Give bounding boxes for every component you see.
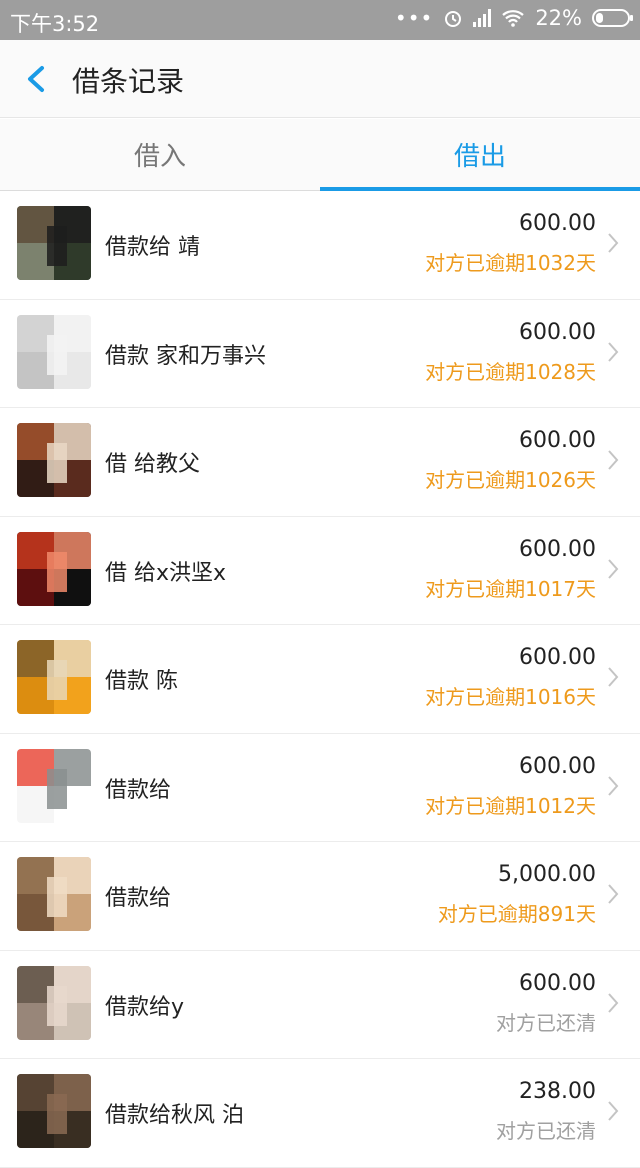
tab-lend-out[interactable]: 借出 <box>320 119 640 191</box>
page-title: 借条记录 <box>72 65 185 98</box>
app-header: 借条记录 <box>0 40 640 118</box>
chevron-right-icon <box>608 450 619 470</box>
avatar <box>17 531 91 606</box>
chevron-right-icon <box>608 1101 619 1121</box>
borrower-name: 借款 陈 <box>105 669 178 694</box>
borrower-name: 借款 家和万事兴 <box>105 343 266 369</box>
chevron-right-icon <box>608 233 619 253</box>
avatar <box>17 1074 91 1148</box>
borrower-name: 借款给y <box>105 994 185 1020</box>
borrower-name: 借款给 <box>105 886 172 911</box>
tab-bar: 借入 借出 <box>0 119 640 191</box>
wifi-icon <box>502 10 525 27</box>
avatar <box>17 857 91 931</box>
back-arrow-icon[interactable] <box>22 60 52 98</box>
status-bar: 下午3:52 ••• 22% <box>0 0 640 40</box>
repayment-status: 对方已逾期891天 <box>437 902 596 926</box>
loan-amount: 600.00 <box>519 645 596 670</box>
loan-amount: 5,000.00 <box>498 862 596 887</box>
repayment-status: 对方已逾期1016天 <box>425 685 596 709</box>
avatar <box>17 748 91 823</box>
repayment-status: 对方已逾期1028天 <box>425 359 596 384</box>
avatar <box>17 206 91 280</box>
signal-icon <box>473 9 492 27</box>
borrower-name: 借款给秋风 泊 <box>105 1103 244 1128</box>
chevron-right-icon <box>608 558 619 579</box>
list-item[interactable]: 借 给教父 600.00 对方已逾期1026天 <box>0 408 640 517</box>
chevron-right-icon <box>608 667 619 687</box>
battery-percent: 22% <box>535 6 582 30</box>
borrower-name: 借 给x洪坚x <box>105 560 227 586</box>
loan-amount: 600.00 <box>519 536 596 562</box>
battery-icon <box>592 9 633 27</box>
chevron-right-icon <box>608 884 619 904</box>
borrower-name: 借款给 <box>105 777 172 803</box>
chevron-right-icon <box>608 992 619 1013</box>
loan-amount: 600.00 <box>519 428 596 453</box>
repayment-status: 对方已逾期1026天 <box>425 468 596 492</box>
avatar <box>17 423 91 497</box>
list-item[interactable]: 借款给 600.00 对方已逾期1012天 <box>0 734 640 842</box>
repayment-status: 对方已逾期1012天 <box>425 793 596 818</box>
chevron-right-icon <box>608 775 619 796</box>
loan-amount: 600.00 <box>519 211 596 236</box>
list-item[interactable]: 借款给y 600.00 对方已还清 <box>0 951 640 1059</box>
repayment-status: 对方已还清 <box>496 1119 596 1143</box>
battery-fill <box>596 13 603 23</box>
avatar <box>17 965 91 1040</box>
repayment-status: 对方已逾期1017天 <box>425 576 596 601</box>
chevron-right-icon <box>608 341 619 362</box>
loan-amount: 238.00 <box>519 1079 596 1104</box>
list-item[interactable]: 借 给x洪坚x 600.00 对方已逾期1017天 <box>0 517 640 625</box>
list-item[interactable]: 借款 家和万事兴 600.00 对方已逾期1028天 <box>0 300 640 408</box>
loan-amount: 600.00 <box>519 970 596 996</box>
list-item[interactable]: 借款 陈 600.00 对方已逾期1016天 <box>0 625 640 734</box>
avatar <box>17 314 91 389</box>
tab-borrow-in[interactable]: 借入 <box>0 119 320 190</box>
borrower-name: 借 给教父 <box>105 452 200 477</box>
repayment-status: 对方已逾期1032天 <box>425 251 596 275</box>
repayment-status: 对方已还清 <box>496 1010 596 1035</box>
status-icons: ••• 22% <box>394 6 633 30</box>
borrower-name: 借款给 靖 <box>105 235 200 260</box>
status-time: 下午3:52 <box>10 12 100 36</box>
avatar <box>17 640 91 714</box>
alarm-icon <box>445 11 462 27</box>
list-item[interactable]: 借款给秋风 泊 238.00 对方已还清 <box>0 1059 640 1168</box>
loan-amount: 600.00 <box>519 753 596 779</box>
more-dots-icon: ••• <box>394 6 434 30</box>
list-item[interactable]: 借款给 靖 600.00 对方已逾期1032天 <box>0 191 640 300</box>
list-item[interactable]: 借款给 5,000.00 对方已逾期891天 <box>0 842 640 951</box>
loan-amount: 600.00 <box>519 319 596 345</box>
record-list: 借款给 靖 600.00 对方已逾期1032天借款 家和万事兴 600.00 对方已逾期… <box>0 191 640 1168</box>
